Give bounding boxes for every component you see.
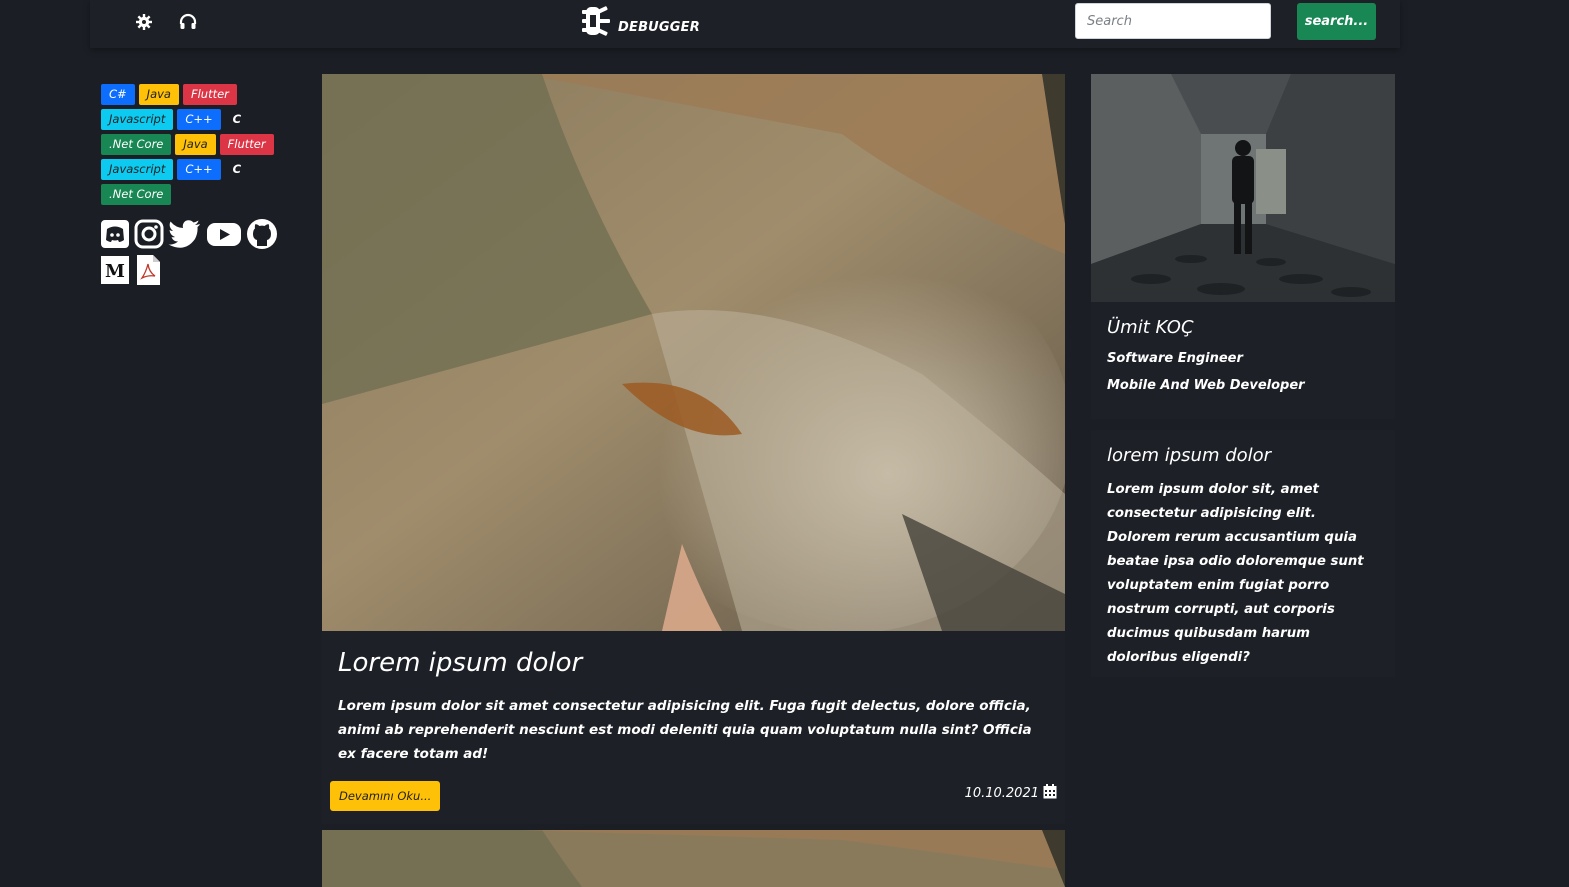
post-excerpt: Lorem ipsum dolor sit amet consectetur a… — [338, 698, 1032, 762]
tag-cpp[interactable]: C++ — [177, 159, 221, 180]
read-more-button[interactable]: Devamını Oku... — [330, 781, 441, 811]
github-icon[interactable] — [246, 218, 278, 254]
svg-text:M: M — [105, 261, 125, 282]
post-image-next — [322, 830, 1065, 887]
headphones-icon[interactable] — [178, 12, 198, 32]
about-title: lorem ipsum dolor — [1107, 445, 1272, 466]
tag-javascript[interactable]: Javascript — [101, 159, 174, 180]
brand-logo[interactable]: DEBUGGER — [580, 5, 700, 41]
tag-java[interactable]: Java — [175, 134, 216, 155]
twitter-icon[interactable] — [168, 219, 202, 253]
tag-flutter[interactable]: Flutter — [219, 134, 274, 155]
tag-javascript[interactable]: Javascript — [101, 109, 174, 130]
search-button[interactable]: search... — [1297, 3, 1376, 40]
tag-cloud: C# Java Flutter Javascript C++ C .Net Co… — [101, 84, 301, 209]
about-card: lorem ipsum dolor Lorem ipsum dolor sit,… — [1091, 430, 1395, 677]
youtube-icon[interactable] — [206, 219, 242, 253]
social-links: M — [100, 218, 280, 292]
medium-icon[interactable]: M — [100, 255, 130, 289]
calendar-icon — [1043, 784, 1057, 803]
discord-icon[interactable] — [100, 219, 130, 253]
about-text: Lorem ipsum dolor sit, amet consectetur … — [1107, 482, 1364, 665]
tag-java[interactable]: Java — [138, 84, 179, 105]
tag-dotnet-core[interactable]: .Net Core — [101, 184, 172, 205]
tag-c[interactable]: C — [225, 159, 249, 180]
gear-icon[interactable] — [134, 12, 154, 32]
tag-dotnet-core[interactable]: .Net Core — [101, 134, 172, 155]
top-navbar: DEBUGGER search... — [90, 0, 1400, 48]
tag-c[interactable]: C — [225, 109, 249, 130]
profile-subtitle: Mobile And Web Developer — [1107, 378, 1305, 393]
brand-name: DEBUGGER — [618, 20, 700, 35]
profile-photo — [1091, 74, 1395, 302]
post-date-text: 10.10.2021 — [964, 786, 1039, 801]
post-title[interactable]: Lorem ipsum dolor — [338, 648, 582, 678]
search-input[interactable] — [1075, 3, 1271, 39]
pdf-icon[interactable] — [134, 254, 162, 290]
post-card: Lorem ipsum dolor Lorem ipsum dolor sit … — [322, 74, 1065, 824]
instagram-icon[interactable] — [134, 219, 164, 253]
tag-flutter[interactable]: Flutter — [182, 84, 237, 105]
tag-cpp[interactable]: C++ — [177, 109, 221, 130]
tag-csharp[interactable]: C# — [101, 84, 135, 105]
profile-card: Ümit KOÇ Software Engineer Mobile And We… — [1091, 74, 1395, 419]
profile-role: Software Engineer — [1107, 351, 1243, 366]
profile-name: Ümit KOÇ — [1107, 317, 1194, 338]
post-date: 10.10.2021 — [965, 784, 1057, 803]
bug-icon — [580, 5, 614, 41]
post-image — [322, 74, 1065, 631]
post-card-next — [322, 830, 1065, 887]
